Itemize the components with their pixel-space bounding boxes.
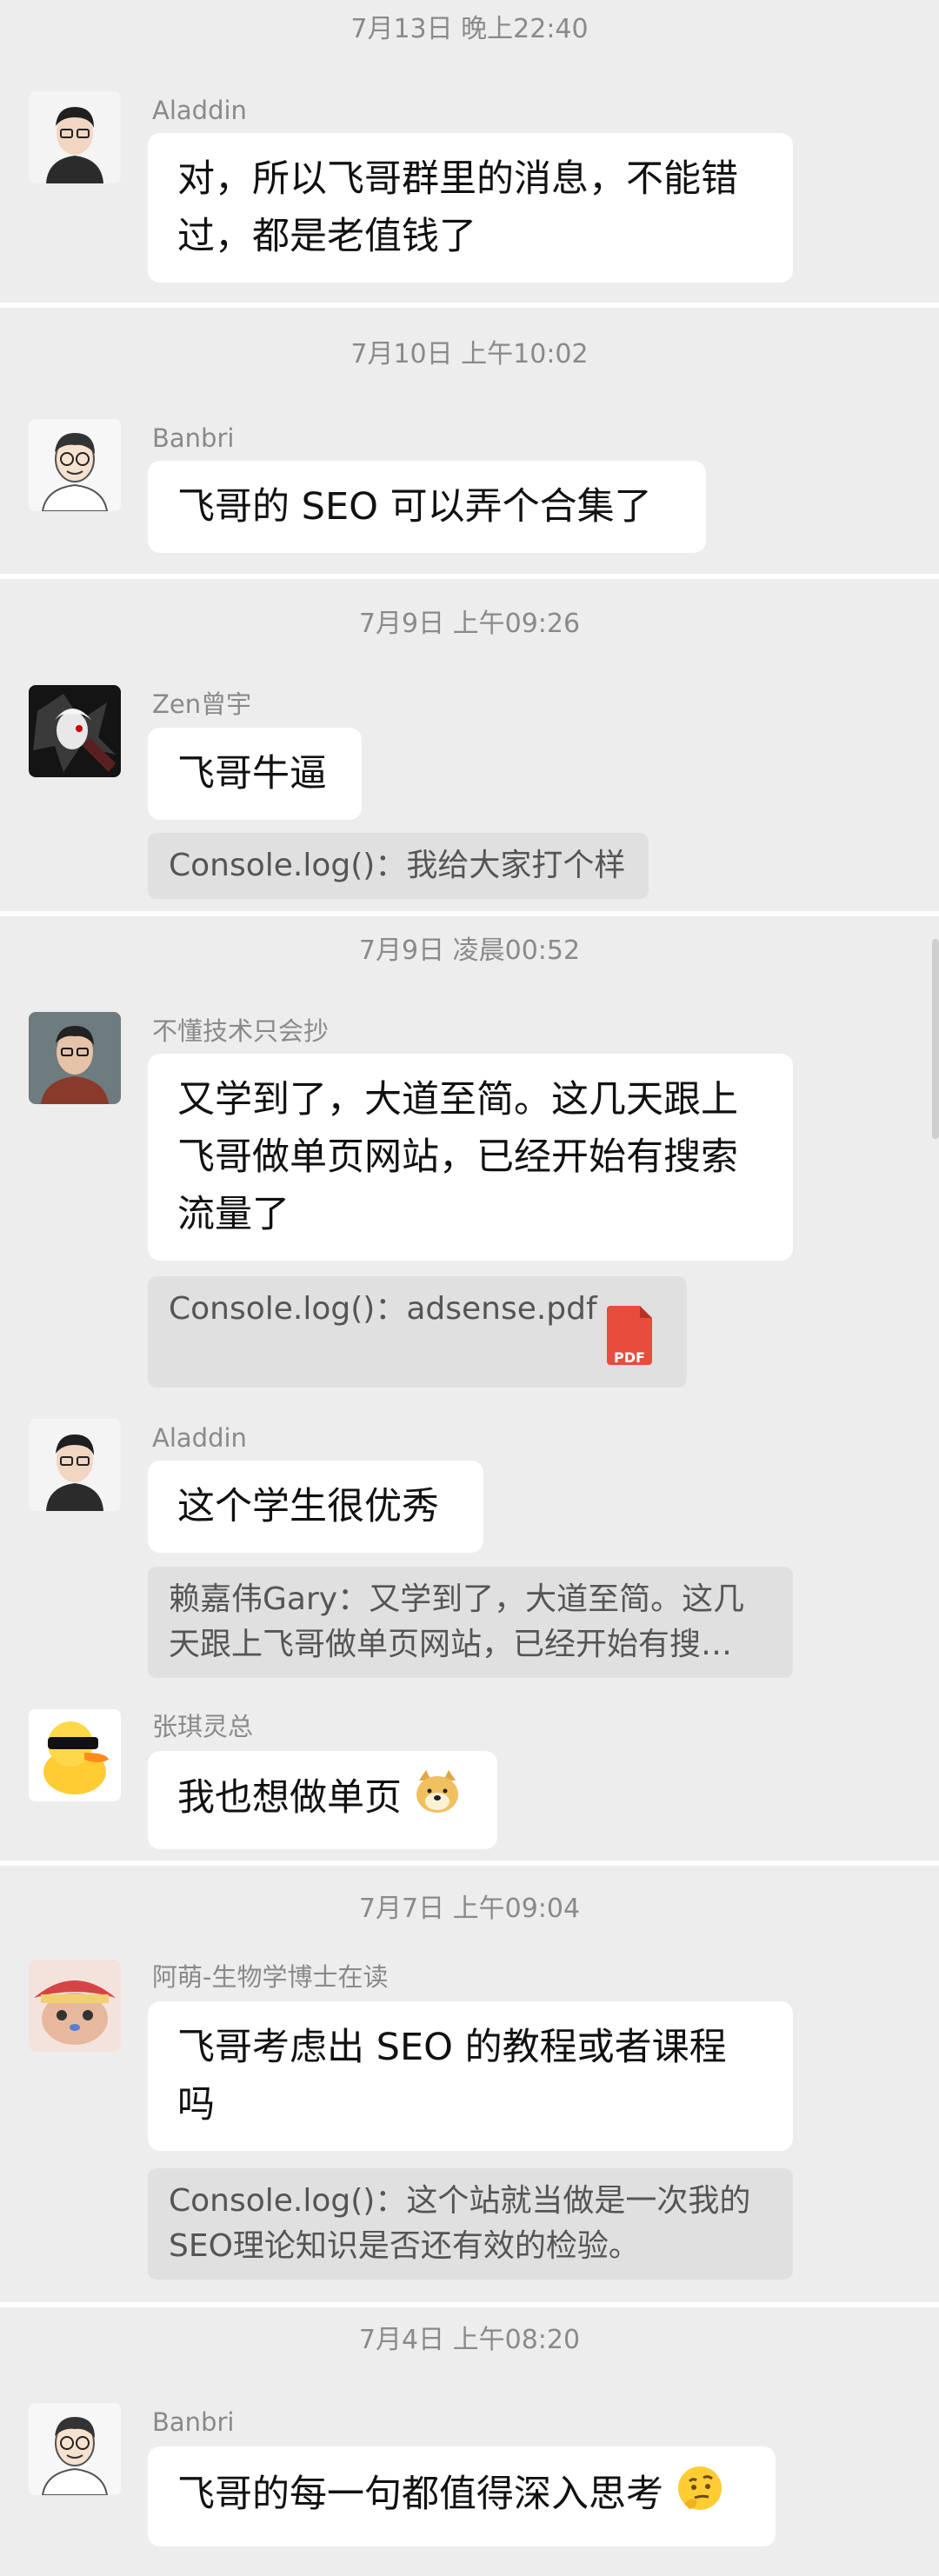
sender-name: Aladdin	[152, 1423, 247, 1453]
message-line: 流量了	[177, 1193, 290, 1236]
quoted-message[interactable]: Console.log()：这个站就当做是一次我的 SEO理论知识是否还有效的检…	[148, 2168, 793, 2280]
message-bubble[interactable]: 这个学生很优秀	[148, 1461, 483, 1553]
timestamp: 7月13日 晚上22:40	[350, 14, 589, 44]
message-line: 飞哥做单页网站，已经开始有搜索	[177, 1135, 738, 1179]
avatar[interactable]	[29, 1709, 121, 1801]
avatar[interactable]	[29, 1012, 121, 1104]
message-line: 吗	[177, 2083, 215, 2127]
message-bubble[interactable]: 飞哥的 SEO 可以弄个合集了	[148, 461, 706, 553]
quoted-message[interactable]: 赖嘉伟Gary：又学到了，大道至简。这几 天跟上飞哥做单页网站，已经开始有搜…	[148, 1567, 793, 1678]
chat-section: 7月13日 晚上22:40 Aladdin 对，所以飞哥群里的消息，不能错 过，…	[0, 0, 939, 303]
chat-section: 7月10日 上午10:02 Banbri 飞哥的 SEO 可以弄个合集了	[0, 308, 939, 574]
quoted-message[interactable]: Console.log()：我给大家打个样	[148, 833, 649, 899]
message-line: 过，都是老值钱了	[177, 215, 476, 258]
quoted-message[interactable]: Console.log()：adsense.pdf PDF	[148, 1276, 687, 1388]
message-bubble[interactable]: 飞哥的每一句都值得深入思考	[148, 2446, 776, 2546]
avatar[interactable]	[29, 2403, 121, 2495]
quote-line: 赖嘉伟Gary：又学到了，大道至简。这几	[169, 1581, 745, 1617]
pdf-file-icon: PDF	[607, 1306, 652, 1366]
sender-name: 阿萌-生物学博士在读	[152, 1962, 389, 1992]
timestamp: 7月4日 上午08:20	[358, 2325, 581, 2355]
message-line: 飞哥的每一句都值得深入思考	[177, 2473, 663, 2516]
message-bubble[interactable]: 飞哥牛逼	[148, 728, 362, 820]
sender-name: Aladdin	[152, 96, 247, 125]
message-bubble[interactable]: 又学到了，大道至简。这几天跟上 飞哥做单页网站，已经开始有搜索 流量了	[148, 1054, 793, 1261]
message-line: 飞哥牛逼	[177, 752, 327, 795]
avatar[interactable]	[29, 91, 121, 183]
message-line: 对，所以飞哥群里的消息，不能错	[177, 157, 738, 201]
avatar[interactable]	[29, 685, 121, 777]
quote-text: Console.log()：adsense.pdf	[169, 1291, 597, 1327]
message-bubble[interactable]: 我也想做单页	[148, 1751, 497, 1849]
timestamp: 7月9日 凌晨00:52	[358, 935, 581, 966]
message-bubble[interactable]: 飞哥考虑出 SEO 的教程或者课程 吗	[148, 2001, 793, 2151]
sender-name: 张琪灵总	[152, 1712, 254, 1741]
scrollbar[interactable]	[932, 939, 939, 1139]
quote-line: SEO理论知识是否还有效的检验。	[169, 2228, 640, 2264]
chat-section: 7月7日 上午09:04 阿萌-生物学博士在读 飞哥考虑出 SEO 的教程或者课…	[0, 1866, 939, 2302]
quote-line: Console.log()：这个站就当做是一次我的	[169, 2183, 751, 2219]
message-line: 又学到了，大道至简。这几天跟上	[177, 1078, 738, 1122]
sender-name: Banbri	[152, 2407, 235, 2437]
quote-text: Console.log()：我给大家打个样	[169, 848, 626, 883]
doge-emoji	[414, 1768, 461, 1832]
sender-name: Zen曾宇	[152, 689, 252, 719]
avatar[interactable]	[29, 419, 121, 511]
message-line: 我也想做单页	[177, 1776, 402, 1820]
message-bubble[interactable]: 对，所以飞哥群里的消息，不能错 过，都是老值钱了	[148, 133, 793, 283]
avatar[interactable]	[29, 1419, 121, 1511]
timestamp: 7月7日 上午09:04	[358, 1894, 581, 1924]
avatar[interactable]	[29, 1960, 121, 2052]
chat-section: 7月9日 上午09:26 Zen曾宇 飞哥牛逼 Console.log()：我给…	[0, 579, 939, 911]
message-line: 飞哥的 SEO 可以弄个合集了	[177, 485, 652, 529]
chat-section: 7月9日 凌晨00:52 不懂技术只会抄 又学到了，大道至简。这几天跟上 飞哥做…	[0, 916, 939, 1860]
timestamp: 7月10日 上午10:02	[350, 339, 589, 369]
pdf-badge: PDF	[614, 1349, 645, 1366]
message-line: 飞哥考虑出 SEO 的教程或者课程	[177, 2026, 727, 2069]
sender-name: Banbri	[152, 423, 235, 453]
timestamp: 7月9日 上午09:26	[358, 609, 581, 639]
quote-line: 天跟上飞哥做单页网站，已经开始有搜…	[169, 1627, 733, 1662]
sender-name: 不懂技术只会抄	[152, 1016, 330, 1046]
thinking-face-emoji	[676, 2464, 724, 2529]
chat-section: 7月4日 上午08:20 Banbri 飞哥的每一句都值得深入思考	[0, 2307, 939, 2576]
message-line: 这个学生很优秀	[177, 1485, 439, 1528]
